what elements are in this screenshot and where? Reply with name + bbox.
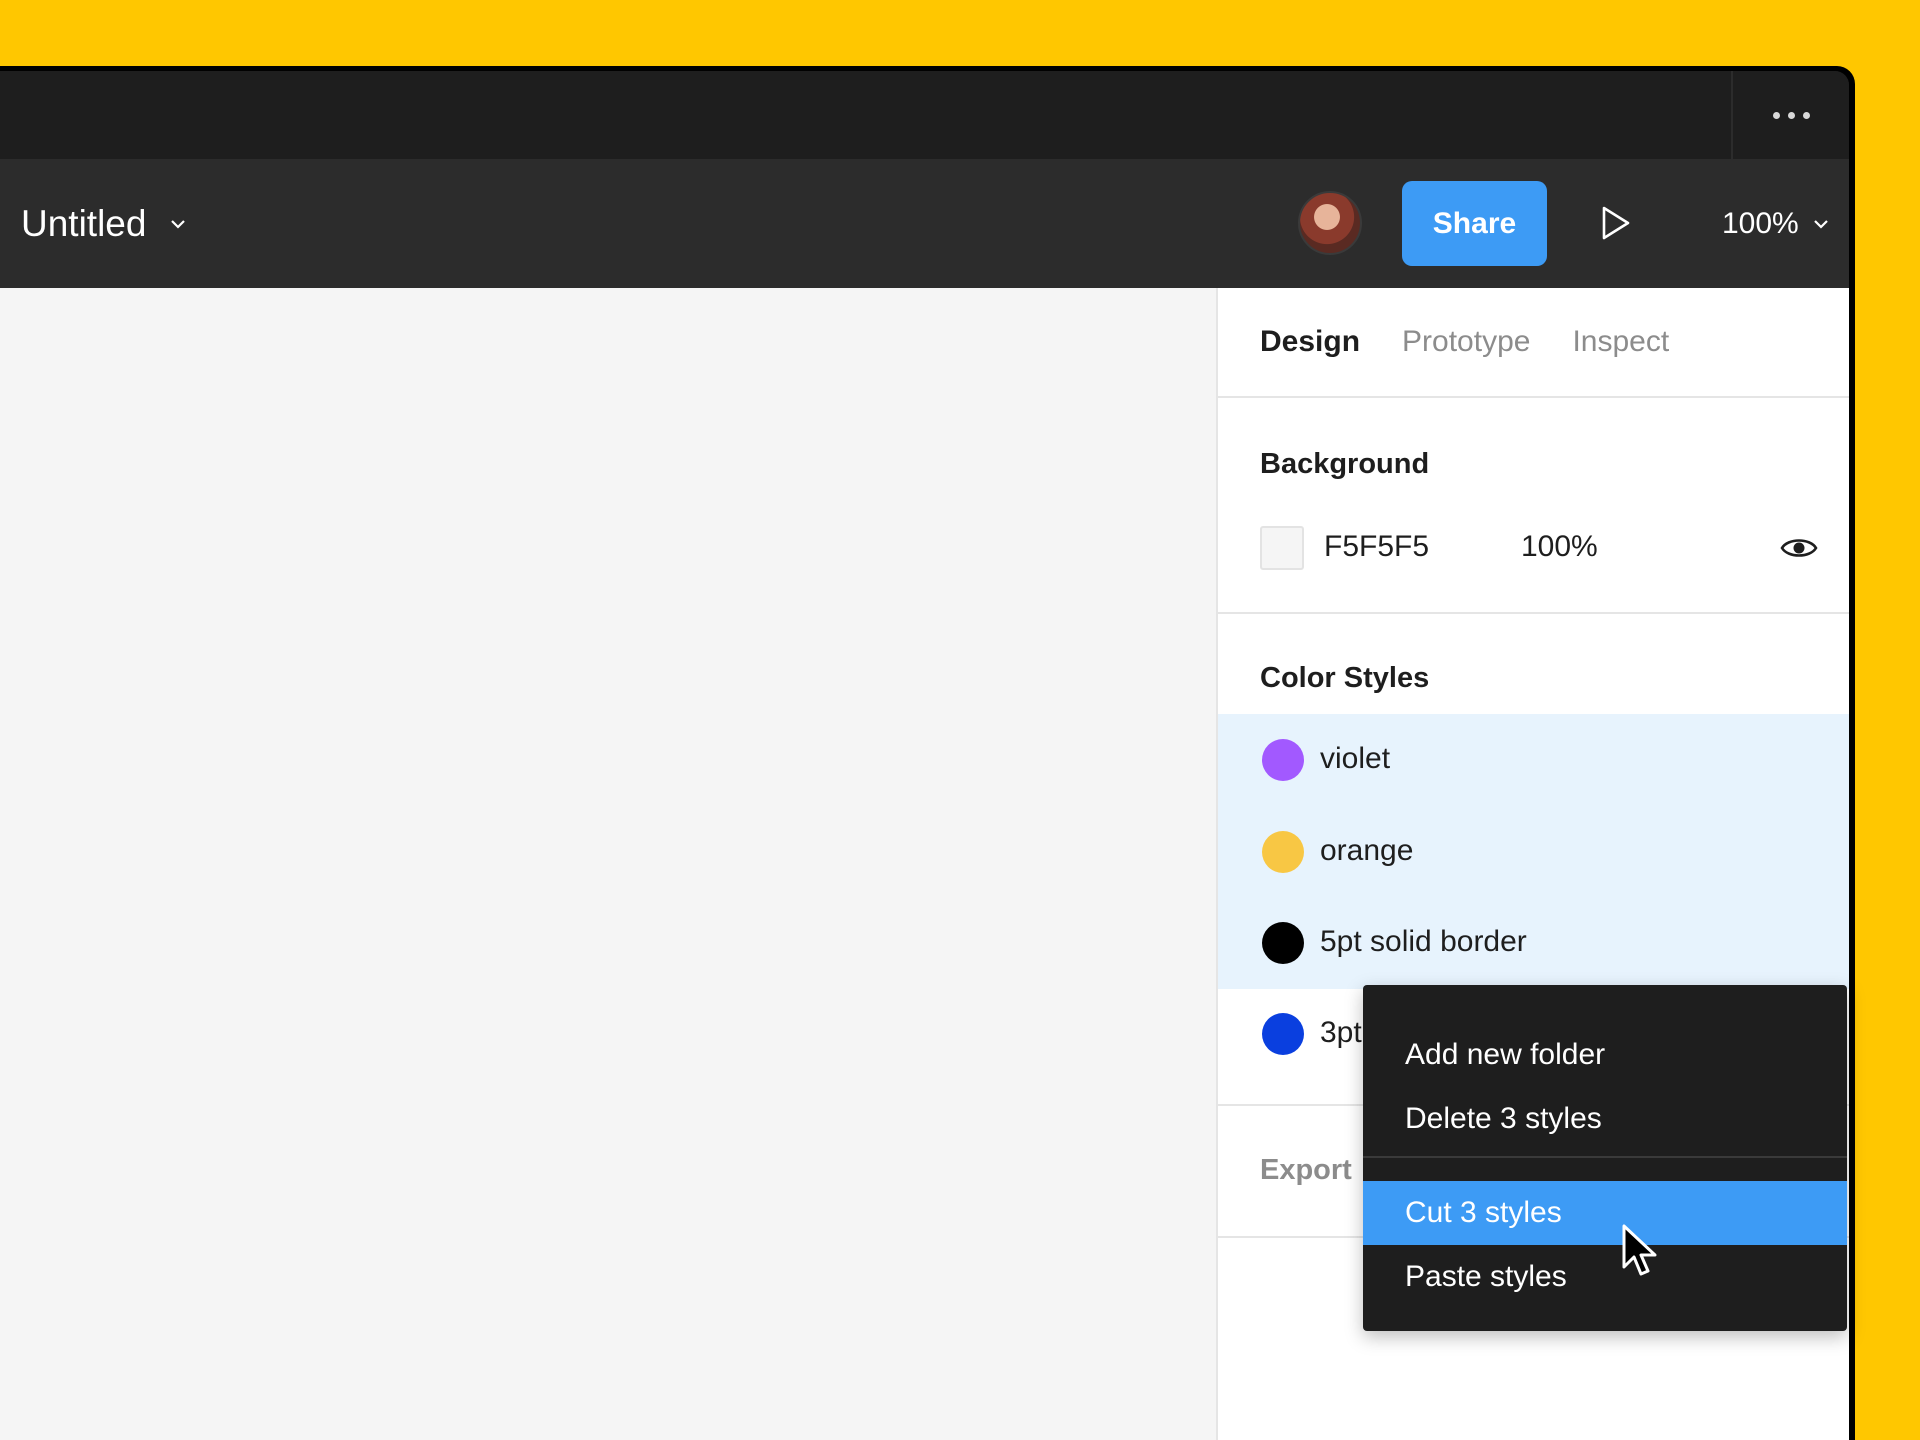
share-button[interactable]: Share	[1402, 181, 1547, 266]
export-title[interactable]: Export	[1260, 1154, 1352, 1187]
title-bar-divider	[1731, 71, 1733, 159]
color-style-name: 5pt solid border	[1320, 925, 1527, 959]
menu-item-cut-styles[interactable]: Cut 3 styles	[1363, 1181, 1847, 1245]
zoom-dropdown[interactable]: 100%	[1722, 159, 1831, 288]
panel-tabs: Design Prototype Inspect	[1218, 288, 1849, 398]
background-title: Background	[1260, 448, 1429, 481]
color-style-item[interactable]: 5pt solid border	[1218, 897, 1849, 989]
menu-item-paste-styles[interactable]: Paste styles	[1363, 1245, 1847, 1309]
color-swatch	[1262, 739, 1304, 781]
zoom-level: 100%	[1722, 207, 1799, 241]
color-styles-title: Color Styles	[1260, 662, 1429, 695]
canvas[interactable]	[0, 288, 1216, 1440]
color-style-name: orange	[1320, 834, 1413, 868]
background-opacity[interactable]: 100%	[1521, 530, 1598, 564]
color-swatch	[1262, 1013, 1304, 1055]
menu-item-delete-styles[interactable]: Delete 3 styles	[1363, 1087, 1847, 1151]
avatar[interactable]	[1298, 191, 1362, 255]
menu-item-add-folder[interactable]: Add new folder	[1363, 1023, 1847, 1087]
color-style-name: 3pt	[1320, 1016, 1362, 1050]
menu-divider	[1363, 1156, 1847, 1158]
context-menu: Add new folder Delete 3 styles Cut 3 sty…	[1363, 985, 1847, 1331]
chevron-down-icon	[1811, 214, 1831, 234]
chevron-down-icon	[168, 214, 188, 234]
more-horizontal-icon[interactable]	[1765, 99, 1817, 131]
pointer-cursor-icon	[1620, 1223, 1660, 1279]
os-title-bar	[0, 71, 1849, 159]
play-icon	[1600, 205, 1632, 241]
present-button[interactable]	[1588, 195, 1644, 251]
file-title-menu[interactable]: Untitled	[21, 159, 188, 288]
eye-icon[interactable]	[1779, 530, 1819, 566]
color-style-item[interactable]: violet	[1218, 714, 1849, 806]
color-style-name: violet	[1320, 742, 1390, 776]
file-title: Untitled	[21, 203, 146, 245]
color-swatch	[1262, 922, 1304, 964]
color-swatch	[1262, 831, 1304, 873]
color-style-item[interactable]: orange	[1218, 806, 1849, 898]
editor-toolbar: Untitled Share 100%	[0, 159, 1849, 288]
background-hex[interactable]: F5F5F5	[1324, 530, 1429, 564]
tab-prototype[interactable]: Prototype	[1402, 325, 1530, 359]
background-section: Background F5F5F5 100%	[1218, 398, 1849, 614]
background-swatch[interactable]	[1260, 526, 1304, 570]
background-fill-row: F5F5F5 100%	[1260, 526, 1819, 570]
tab-design[interactable]: Design	[1260, 325, 1360, 359]
tab-inspect[interactable]: Inspect	[1572, 325, 1669, 359]
